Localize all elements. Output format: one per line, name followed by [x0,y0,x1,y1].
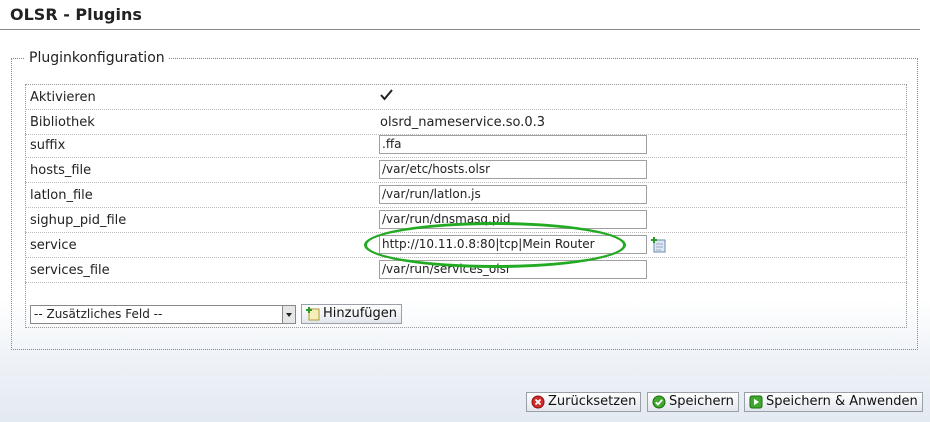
suffix-input[interactable]: .ffa [379,135,647,154]
row-label: Bibliothek [30,115,95,130]
row-label: suffix [30,138,66,153]
sighup-pid-file-input[interactable]: /var/run/dnsmasq.pid [379,210,647,229]
select-value: -- Zusätzliches Feld -- [34,307,163,321]
row-label: Aktivieren [30,90,96,105]
row-bibliothek: Bibliothek olsrd_nameservice.so.0.3 [25,110,907,135]
row-label: services_file [30,263,110,278]
library-value: olsrd_nameservice.so.0.3 [380,115,546,130]
add-icon [306,307,320,321]
save-icon [652,395,666,409]
add-button-label: Hinzufügen [323,306,397,321]
page-title: OLSR - Plugins [10,5,142,24]
reset-button-label: Zurücksetzen [548,394,637,409]
apply-icon [749,395,763,409]
chevron-down-icon[interactable] [282,306,295,323]
row-aktivieren: Aktivieren [25,85,907,110]
row-label: hosts_file [30,163,92,178]
row-services-file: services_file /var/run/services_olsr [25,258,907,283]
row-suffix: suffix .ffa [25,133,907,158]
title-divider [0,29,920,30]
row-service: service http://10.11.0.8:80|tcp|Mein Rou… [25,233,907,258]
row-latlon-file: latlon_file /var/run/latlon.js [25,183,907,208]
hosts-file-input[interactable]: /var/etc/hosts.olsr [379,160,647,179]
add-field-icon[interactable] [651,237,667,253]
reset-icon [531,395,545,409]
service-input[interactable]: http://10.11.0.8:80|tcp|Mein Router [379,235,647,254]
row-label: service [30,238,77,253]
latlon-file-input[interactable]: /var/run/latlon.js [379,185,647,204]
row-sighup-pid-file: sighup_pid_file /var/run/dnsmasq.pid [25,208,907,233]
save-apply-button-label: Speichern & Anwenden [766,394,918,409]
row-hosts-file: hosts_file /var/etc/hosts.olsr [25,158,907,183]
save-button-label: Speichern [669,394,734,409]
checkbox-checked-icon[interactable] [380,88,393,101]
fieldset-legend: Pluginkonfiguration [25,50,169,66]
services-file-input[interactable]: /var/run/services_olsr [379,260,647,279]
reset-button[interactable]: Zurücksetzen [526,392,642,412]
row-label: latlon_file [30,188,93,203]
row-label: sighup_pid_file [30,213,127,228]
save-apply-button[interactable]: Speichern & Anwenden [744,392,923,412]
save-button[interactable]: Speichern [647,392,739,412]
additional-field-select[interactable]: -- Zusätzliches Feld -- [30,305,296,324]
add-button[interactable]: Hinzufügen [301,304,402,324]
